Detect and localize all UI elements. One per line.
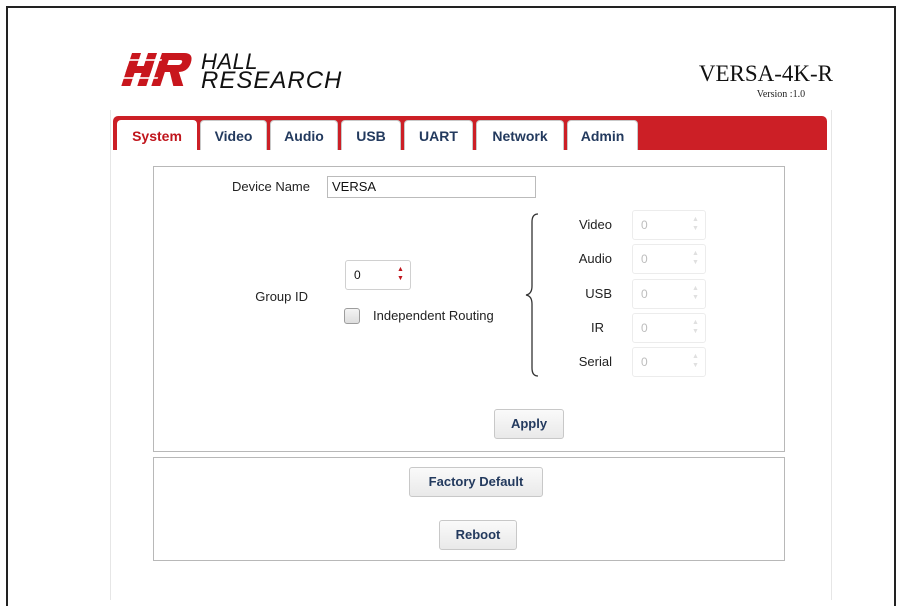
routing-serial-value: 0 [641,355,648,369]
device-name-label: Device Name [231,179,310,194]
routing-serial-stepper[interactable]: 0 ▲ ▼ [632,347,706,377]
routing-ir-stepper[interactable]: 0 ▲ ▼ [632,313,706,343]
hr-logo-mark-icon [119,53,192,86]
routing-usb-value: 0 [641,287,648,301]
stepper-arrows-icon: ▲ ▼ [692,319,699,335]
stepper-arrows-icon: ▲ ▼ [692,285,699,301]
stepper-arrows-icon: ▲ ▼ [692,353,699,369]
routing-ir-value: 0 [641,321,648,335]
tab-usb[interactable]: USB [341,120,401,150]
brace-icon [525,213,539,377]
routing-audio-stepper[interactable]: 0 ▲ ▼ [632,244,706,274]
logo-line2: RESEARCH [201,67,343,94]
group-id-label: Group ID [255,289,308,304]
routing-usb-label: USB [585,286,612,301]
routing-video-label: Video [578,217,612,232]
tab-admin[interactable]: Admin [567,120,638,150]
routing-audio-value: 0 [641,252,648,266]
tab-uart[interactable]: UART [404,120,473,150]
routing-serial-label: Serial [578,354,612,369]
stepper-arrows-icon[interactable]: ▲ ▼ [397,265,405,283]
tab-system[interactable]: System [117,120,197,151]
independent-routing-checkbox[interactable] [344,308,360,324]
product-name: VERSA-4K-R [698,61,833,86]
reboot-button[interactable]: Reboot [439,520,517,550]
apply-button[interactable]: Apply [494,409,564,439]
routing-video-value: 0 [641,218,648,232]
tab-video[interactable]: Video [200,120,267,150]
routing-ir-label: IR [591,320,604,335]
tab-audio[interactable]: Audio [270,120,338,150]
tab-bar: System Video Audio USB UART Network Admi… [113,116,827,151]
product-header: VERSA-4K-R Version :1.0 [698,61,833,101]
routing-video-stepper[interactable]: 0 ▲ ▼ [632,210,706,240]
routing-audio-label: Audio [578,251,612,266]
logo-wordmark: HALL RESEARCH [201,51,343,94]
group-id-stepper[interactable]: 0 ▲ ▼ [345,260,411,290]
factory-default-button[interactable]: Factory Default [409,467,543,497]
independent-routing-label: Independent Routing [373,308,494,323]
group-id-value: 0 [354,268,361,282]
product-version: Version :1.0 [756,89,806,100]
tab-network[interactable]: Network [476,120,564,150]
stepper-arrows-icon: ▲ ▼ [692,250,699,266]
stepper-arrows-icon: ▲ ▼ [692,216,699,232]
routing-usb-stepper[interactable]: 0 ▲ ▼ [632,279,706,309]
device-name-field[interactable]: VERSA [327,176,536,198]
hall-research-logo: HALL RESEARCH [119,48,369,96]
